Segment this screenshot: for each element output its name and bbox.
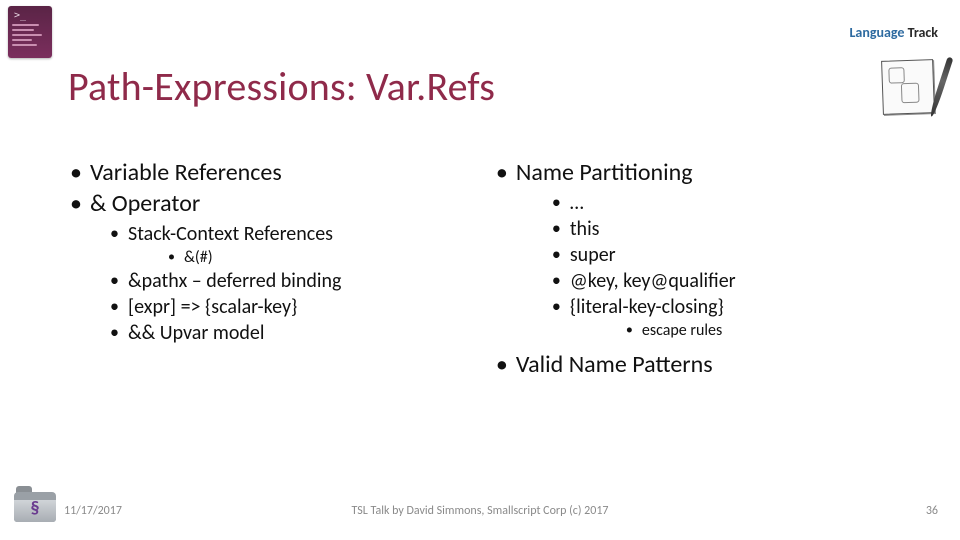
- track-label-dark: Track: [908, 24, 938, 41]
- bullet-text: @key, key@qualifier: [570, 269, 736, 293]
- list-item: & Operator Stack-Context References &(#)…: [68, 189, 474, 345]
- track-label-blue: Language: [850, 24, 908, 41]
- bullet-text: &pathx – deferred binding: [128, 269, 341, 293]
- footer-credit: TSL Talk by David Simmons, Smallscript C…: [352, 504, 609, 518]
- list-item: &pathx – deferred binding: [90, 269, 474, 293]
- list-item: this: [516, 217, 920, 241]
- footer-date: 11/17/2017: [64, 504, 122, 518]
- list-item: &(#): [128, 248, 474, 267]
- bullet-text: & Operator: [90, 189, 200, 218]
- content-columns: Variable References & Operator Stack-Con…: [68, 158, 920, 381]
- list-item: Name Partitioning … this super @key, key…: [494, 158, 920, 340]
- folder-icon: §: [14, 492, 56, 522]
- bullet-text: Valid Name Patterns: [516, 350, 713, 379]
- terminal-icon-lines: [12, 24, 48, 49]
- list-item: Variable References: [68, 158, 474, 187]
- list-item: super: [516, 243, 920, 267]
- list-item: && Upvar model: [90, 321, 474, 345]
- page-number: 36: [926, 504, 938, 518]
- bullet-text: && Upvar model: [128, 321, 264, 345]
- bullet-text: Name Partitioning: [516, 158, 693, 187]
- slide-title: Path-Expressions: Var.Refs: [68, 62, 495, 111]
- list-item: …: [516, 191, 920, 215]
- bullet-text: Stack-Context References: [128, 222, 333, 246]
- terminal-icon: [8, 6, 52, 58]
- bullet-text: super: [570, 243, 616, 267]
- list-item: escape rules: [570, 321, 920, 340]
- bullet-text: &(#): [184, 248, 213, 267]
- list-item: Stack-Context References &(#): [90, 222, 474, 267]
- bullet-text: …: [570, 191, 584, 215]
- right-column: Name Partitioning … this super @key, key…: [494, 158, 920, 381]
- list-item: Valid Name Patterns: [494, 350, 920, 379]
- bullet-text: this: [570, 217, 600, 241]
- list-item: @key, key@qualifier: [516, 269, 920, 293]
- list-item: {literal-key-closing} escape rules: [516, 295, 920, 340]
- bullet-text: [expr] => {scalar-key}: [128, 295, 297, 319]
- bullet-text: {literal-key-closing}: [570, 295, 724, 319]
- left-column: Variable References & Operator Stack-Con…: [68, 158, 474, 381]
- bullet-text: Variable References: [90, 158, 282, 187]
- notepad-pen-icon: [882, 58, 942, 116]
- bullet-text: escape rules: [642, 321, 722, 340]
- track-label: Language Track: [850, 24, 938, 41]
- list-item: [expr] => {scalar-key}: [90, 295, 474, 319]
